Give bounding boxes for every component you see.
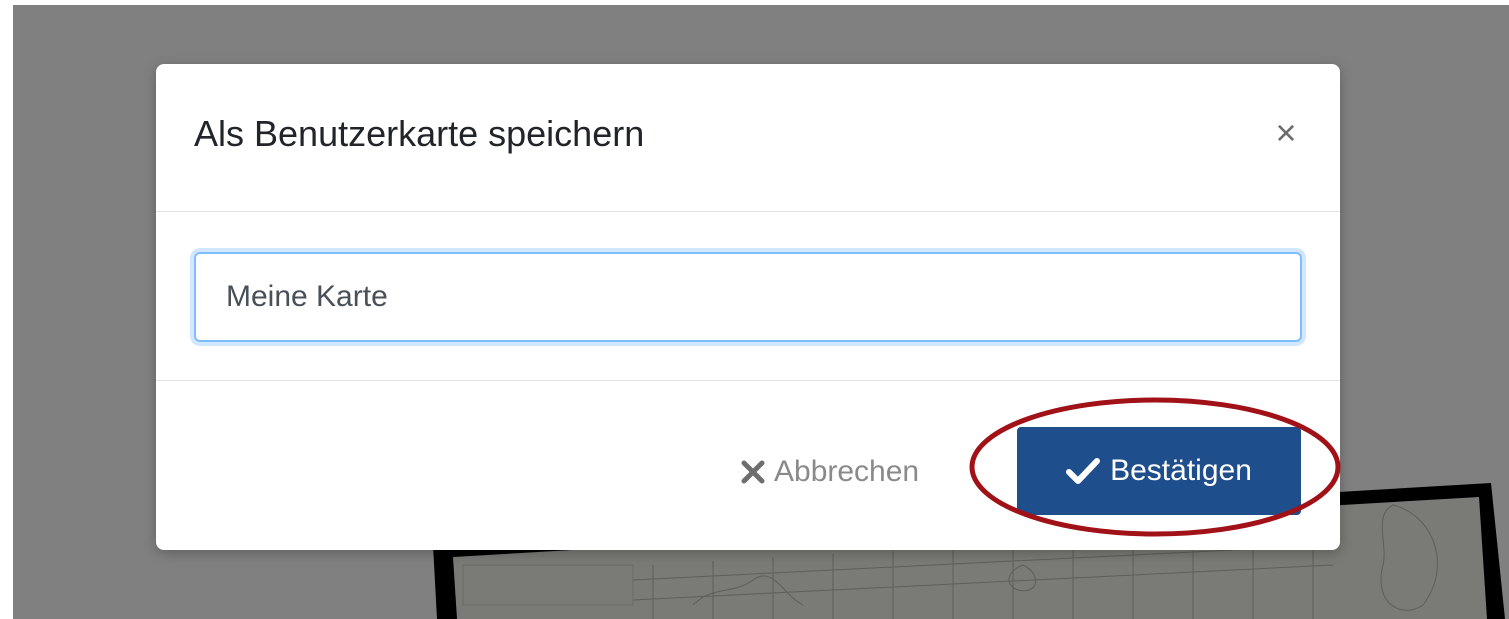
cancel-button-label: Abbrechen bbox=[774, 455, 920, 488]
map-name-input[interactable] bbox=[194, 252, 1302, 342]
close-button[interactable]: × bbox=[1268, 115, 1304, 154]
x-icon bbox=[741, 460, 765, 484]
dialog-body bbox=[156, 212, 1340, 381]
dialog-footer: Abbrechen Bestätigen bbox=[156, 381, 1340, 550]
check-icon bbox=[1066, 458, 1101, 484]
confirm-button[interactable]: Bestätigen bbox=[1017, 427, 1301, 515]
close-icon: × bbox=[1275, 112, 1297, 153]
save-user-map-dialog: Als Benutzerkarte speichern × Abbrechen … bbox=[156, 64, 1340, 550]
dialog-header: Als Benutzerkarte speichern × bbox=[156, 64, 1340, 212]
confirm-button-label: Bestätigen bbox=[1110, 454, 1252, 487]
dialog-title: Als Benutzerkarte speichern bbox=[194, 113, 645, 154]
cancel-button[interactable]: Abbrechen bbox=[740, 449, 919, 495]
